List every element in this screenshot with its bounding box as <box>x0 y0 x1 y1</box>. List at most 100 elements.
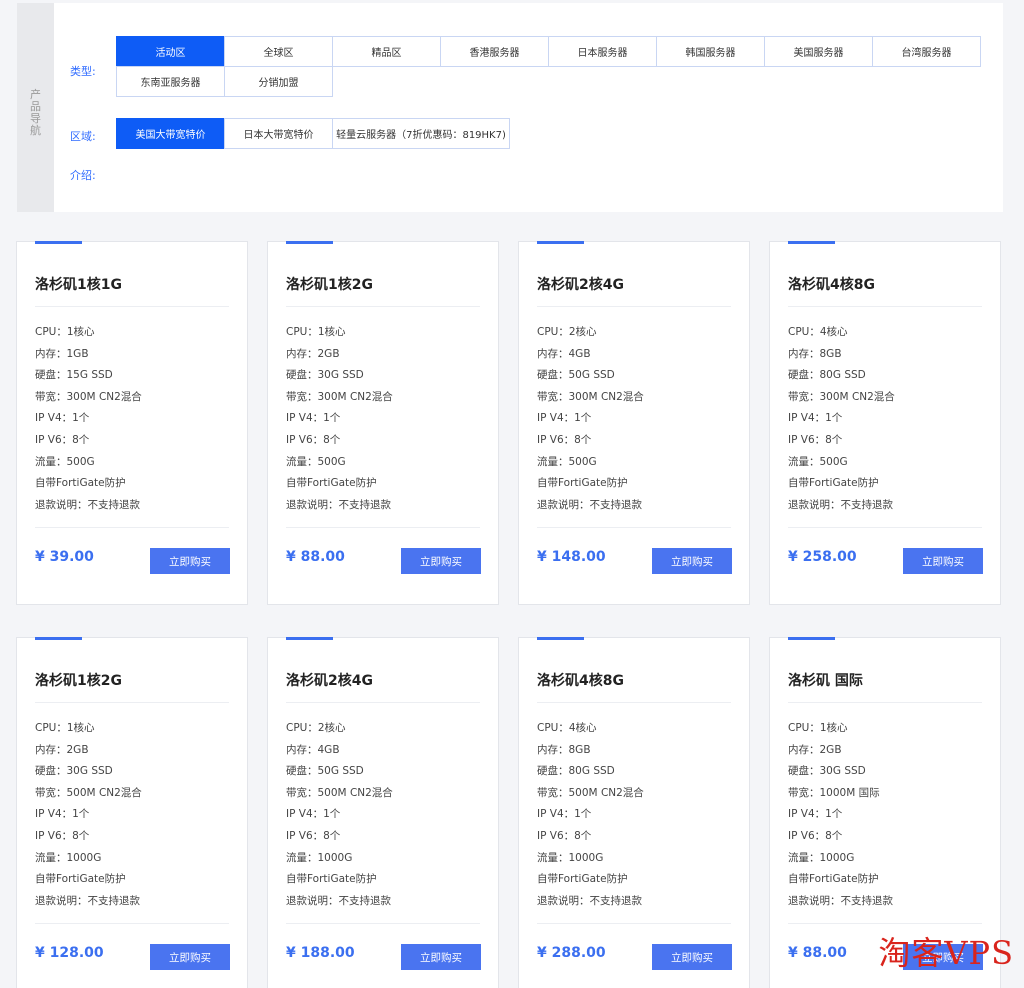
product-spec: 流量：500G <box>537 455 597 468</box>
type-option-1[interactable]: 全球区 <box>224 36 333 67</box>
product-spec: IP V6：8个 <box>788 829 843 842</box>
product-spec: 内存：2GB <box>35 743 89 756</box>
card-accent-bar <box>286 241 333 244</box>
region-label: 区域: <box>70 130 96 143</box>
product-spec: 内存：8GB <box>537 743 591 756</box>
type-option-4[interactable]: 日本服务器 <box>548 36 657 67</box>
product-price: ¥ 88.00 <box>286 549 345 565</box>
product-spec: 硬盘：50G SSD <box>286 765 364 778</box>
product-spec: 流量：1000G <box>788 851 855 864</box>
product-spec: CPU：4核心 <box>537 722 597 734</box>
product-spec: IP V4：1个 <box>788 808 843 821</box>
product-price: ¥ 288.00 <box>537 945 606 961</box>
type-option-0[interactable]: 活动区 <box>116 36 225 67</box>
card-accent-bar <box>788 637 835 640</box>
product-spec: IP V4：1个 <box>35 808 90 821</box>
product-price: ¥ 128.00 <box>35 945 104 961</box>
type-option-9[interactable]: 分销加盟 <box>224 66 333 97</box>
product-specs: CPU：1核心 内存：1GB 硬盘：15G SSD 带宽：300M CN2混合 IP V… <box>35 322 142 516</box>
buy-now-button[interactable]: 立即购买 <box>150 944 230 970</box>
product-spec: 内存：8GB <box>788 347 842 360</box>
product-spec: 带宽：500M CN2混合 <box>537 786 644 799</box>
type-option-7[interactable]: 台湾服务器 <box>872 36 981 67</box>
product-spec: CPU：1核心 <box>788 722 848 734</box>
region-option-2[interactable]: 轻量云服务器（7折优惠码：819HK7) <box>332 118 510 149</box>
product-spec: 内存：2GB <box>286 347 340 360</box>
type-option-2[interactable]: 精品区 <box>332 36 441 67</box>
product-specs: CPU：1核心 内存：2GB 硬盘：30G SSD 带宽：1000M 国际 IP V4：… <box>788 718 893 912</box>
buy-now-button[interactable]: 立即购买 <box>903 548 983 574</box>
product-spec: 带宽：500M CN2混合 <box>35 786 142 799</box>
divider <box>537 527 731 528</box>
product-spec: 退款说明：不支持退款 <box>788 498 893 511</box>
product-specs: CPU：2核心 内存：4GB 硬盘：50G SSD 带宽：300M CN2混合 IP V… <box>537 322 644 516</box>
divider <box>537 923 731 924</box>
divider <box>286 702 480 703</box>
type-option-5[interactable]: 韩国服务器 <box>656 36 765 67</box>
product-spec: 硬盘：15G SSD <box>35 369 113 382</box>
product-spec: 自带FortiGate防护 <box>35 873 126 886</box>
product-title: 洛杉矶1核2G <box>35 673 122 689</box>
card-accent-bar <box>35 637 82 640</box>
product-spec: CPU：4核心 <box>788 326 848 338</box>
card-accent-bar <box>788 241 835 244</box>
card-accent-bar <box>537 241 584 244</box>
buy-now-button[interactable]: 立即购买 <box>150 548 230 574</box>
product-specs: CPU：1核心 内存：2GB 硬盘：30G SSD 带宽：300M CN2混合 IP V… <box>286 322 393 516</box>
watermark: 淘客VPS <box>878 934 1014 972</box>
product-spec: 退款说明：不支持退款 <box>35 498 140 511</box>
divider <box>788 923 982 924</box>
product-title: 洛杉矶1核2G <box>286 277 373 293</box>
product-spec: IP V6：8个 <box>286 433 341 446</box>
nav-side-title: 产 品 导 航 <box>17 3 54 212</box>
product-title: 洛杉矶4核8G <box>788 277 875 293</box>
product-title: 洛杉矶1核1G <box>35 277 122 293</box>
type-option-3[interactable]: 香港服务器 <box>440 36 549 67</box>
product-spec: 硬盘：30G SSD <box>35 765 113 778</box>
buy-now-button[interactable]: 立即购买 <box>652 944 732 970</box>
nav-side-char: 航 <box>30 124 41 137</box>
product-spec: 自带FortiGate防护 <box>35 477 126 490</box>
product-card: 洛杉矶2核4G CPU：2核心 内存：4GB 硬盘：50G SSD 带宽：300M CN… <box>518 241 750 605</box>
product-spec: 内存：4GB <box>286 743 340 756</box>
product-price: ¥ 39.00 <box>35 549 94 565</box>
product-spec: 退款说明：不支持退款 <box>537 498 642 511</box>
type-options: 活动区 全球区 精品区 香港服务器 日本服务器 韩国服务器 美国服务器 台湾服务… <box>116 36 989 97</box>
product-spec: 内存：1GB <box>35 347 89 360</box>
product-spec: CPU：1核心 <box>35 722 95 734</box>
product-spec: 硬盘：30G SSD <box>286 369 364 382</box>
product-spec: 自带FortiGate防护 <box>286 477 377 490</box>
product-spec: 自带FortiGate防护 <box>537 873 628 886</box>
product-title: 洛杉矶4核8G <box>537 673 624 689</box>
card-accent-bar <box>537 637 584 640</box>
product-spec: 流量：1000G <box>537 851 604 864</box>
product-price: ¥ 188.00 <box>286 945 355 961</box>
product-card: 洛杉矶1核1G CPU：1核心 内存：1GB 硬盘：15G SSD 带宽：300M CN… <box>16 241 248 605</box>
type-option-8[interactable]: 东南亚服务器 <box>116 66 225 97</box>
region-option-0[interactable]: 美国大带宽特价 <box>116 118 225 149</box>
product-spec: 硬盘：30G SSD <box>788 765 866 778</box>
product-spec: IP V6：8个 <box>35 433 90 446</box>
buy-now-button[interactable]: 立即购买 <box>652 548 732 574</box>
type-option-6[interactable]: 美国服务器 <box>764 36 873 67</box>
product-spec: 自带FortiGate防护 <box>537 477 628 490</box>
product-spec: 自带FortiGate防护 <box>788 477 879 490</box>
product-card: 洛杉矶1核2G CPU：1核心 内存：2GB 硬盘：30G SSD 带宽：300M CN… <box>267 241 499 605</box>
product-spec: IP V6：8个 <box>537 829 592 842</box>
product-spec: 带宽：300M CN2混合 <box>537 390 644 403</box>
product-spec: IP V4：1个 <box>286 808 341 821</box>
intro-label: 介绍: <box>70 169 96 182</box>
product-spec: CPU：1核心 <box>35 326 95 338</box>
divider <box>286 923 480 924</box>
buy-now-button[interactable]: 立即购买 <box>401 548 481 574</box>
divider <box>286 306 480 307</box>
product-spec: 退款说明：不支持退款 <box>286 894 391 907</box>
buy-now-button[interactable]: 立即购买 <box>401 944 481 970</box>
divider <box>35 702 229 703</box>
product-spec: 退款说明：不支持退款 <box>35 894 140 907</box>
product-price: ¥ 258.00 <box>788 549 857 565</box>
product-spec: 自带FortiGate防护 <box>286 873 377 886</box>
product-price: ¥ 148.00 <box>537 549 606 565</box>
region-option-1[interactable]: 日本大带宽特价 <box>224 118 333 149</box>
product-title: 洛杉矶2核4G <box>537 277 624 293</box>
